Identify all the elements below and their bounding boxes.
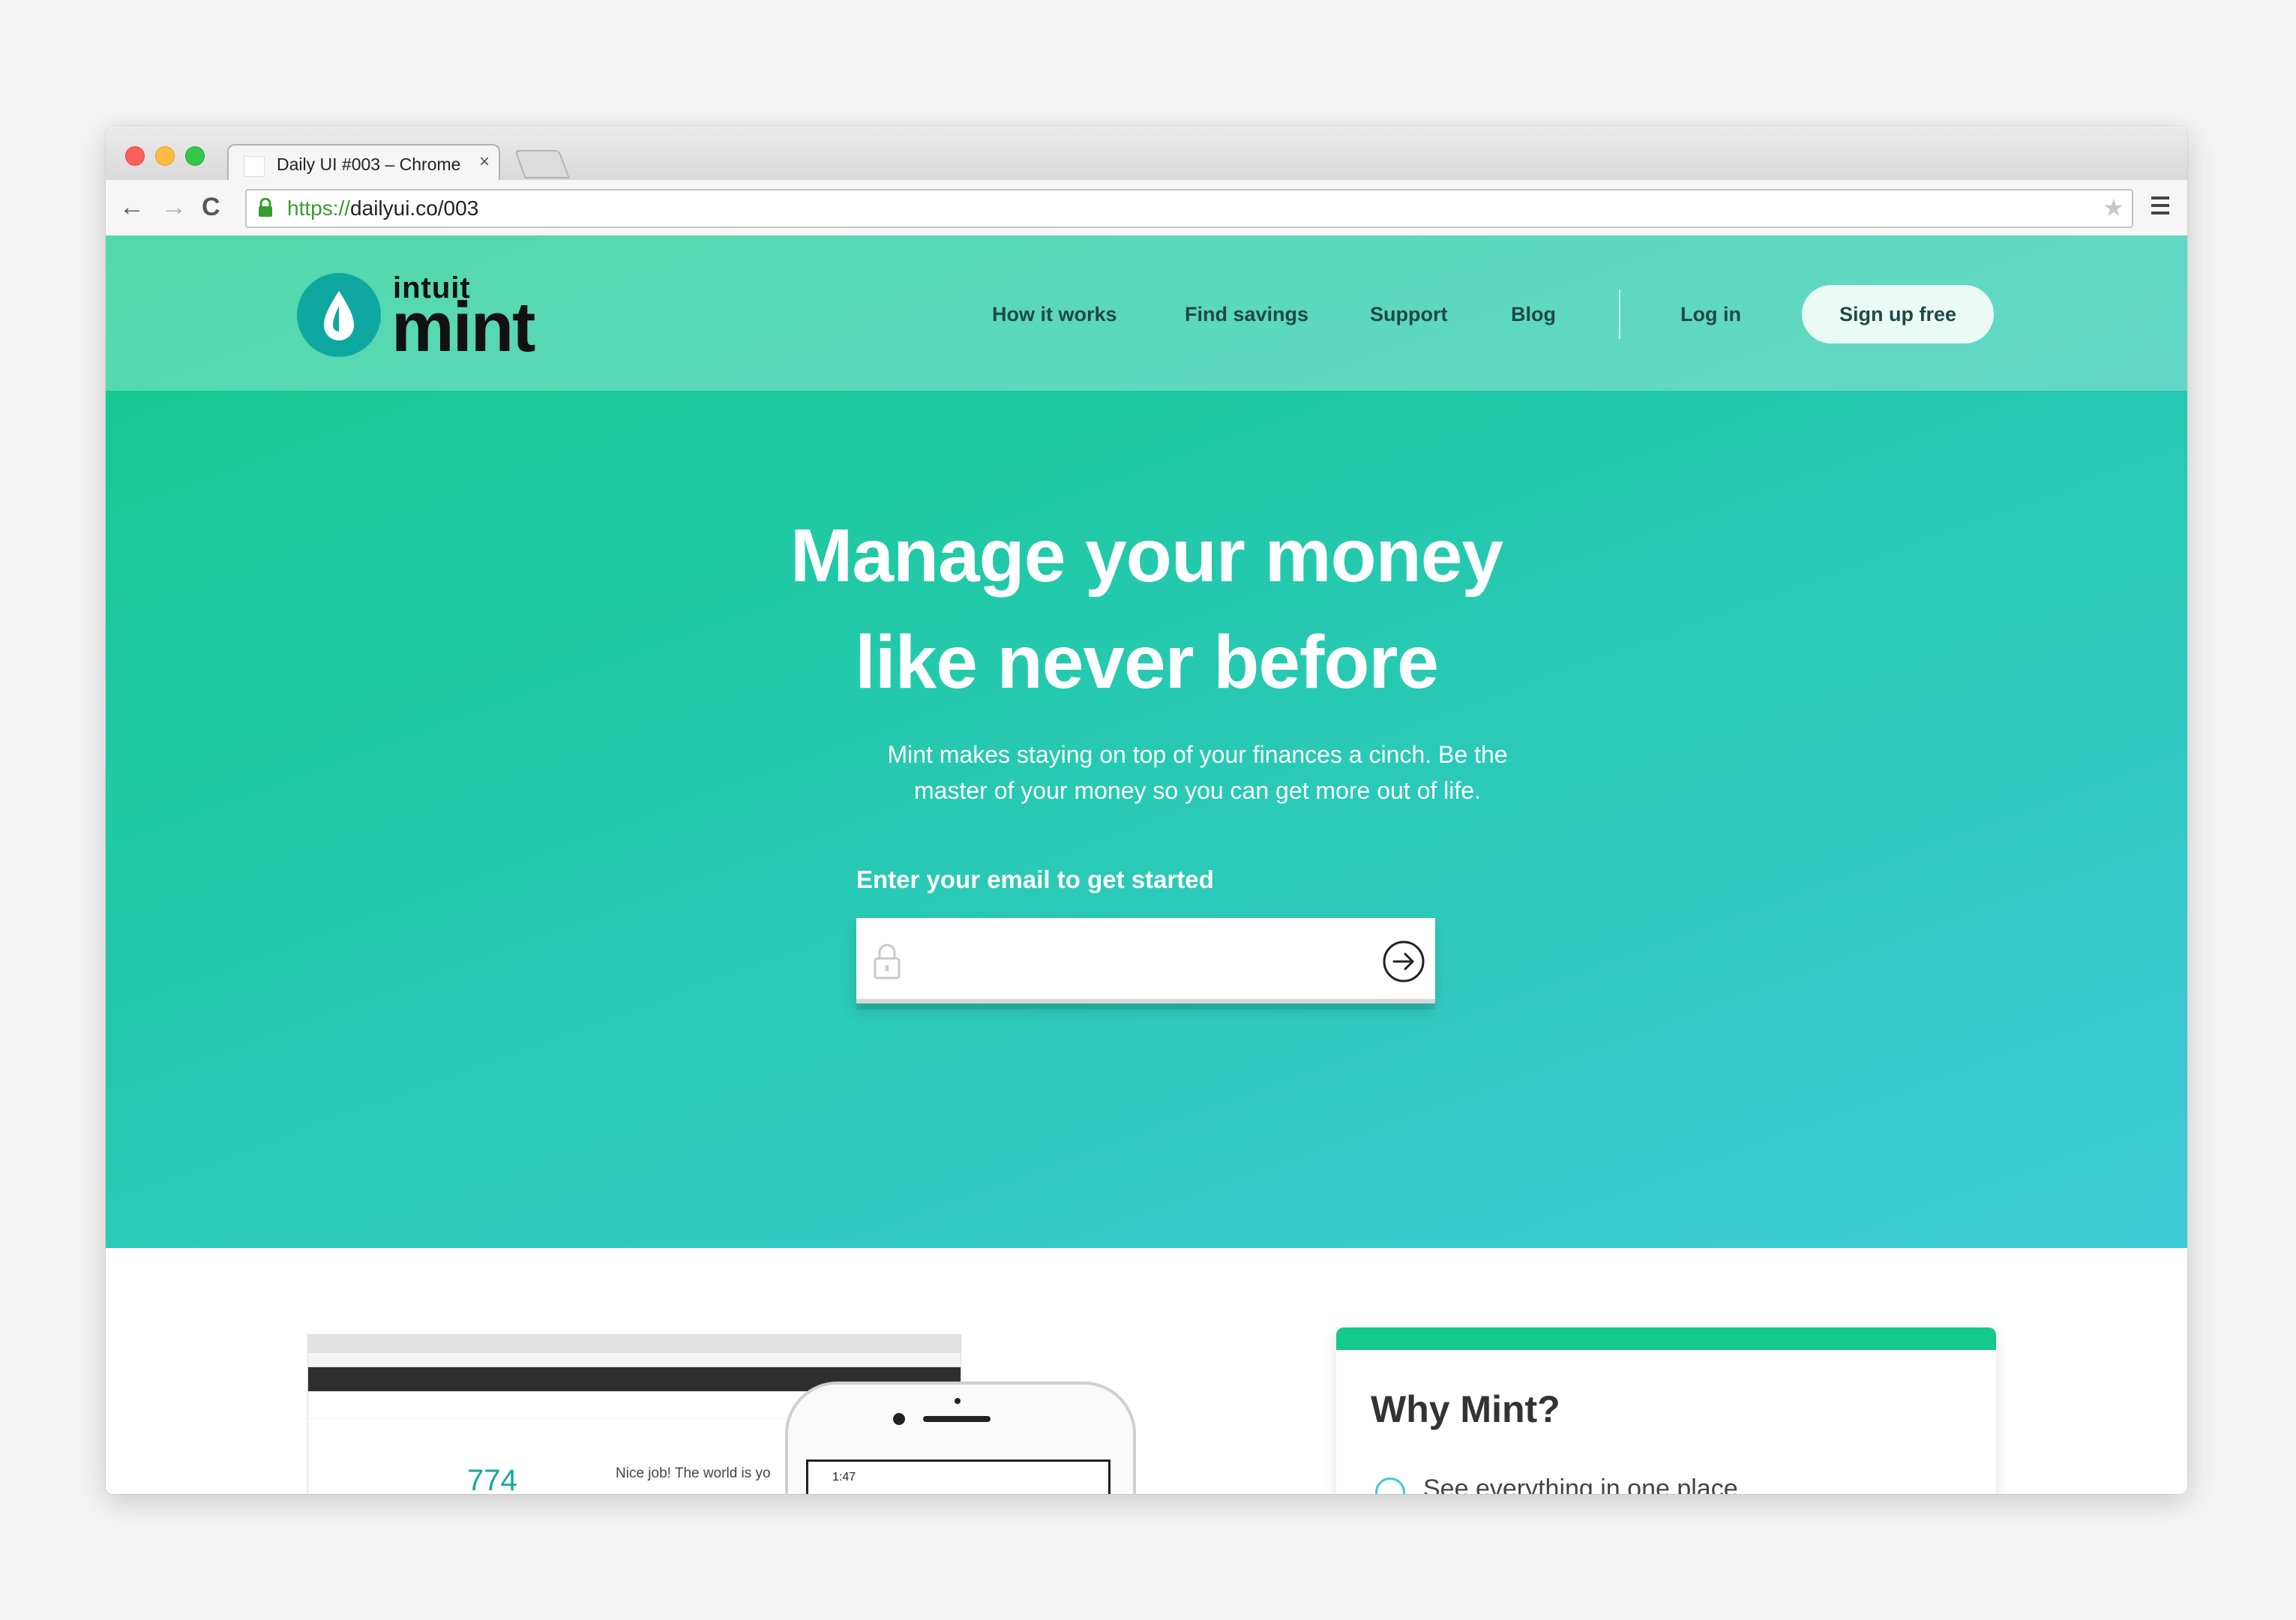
nav-how-it-works[interactable]: How it works [992,303,1117,326]
hero-headline-line2: like never before [855,620,1439,704]
credit-score-value: 774 [467,1464,517,1494]
logo-product-text: mint [391,287,535,366]
top-nav: intuit mint How it works Find savings Su… [106,236,2187,391]
url-text[interactable]: https://dailyui.co/003 [287,196,478,220]
minimize-window-button[interactable] [155,146,175,166]
tab-close-icon[interactable]: × [479,152,490,172]
why-mint-card: Why Mint? See everything in one place [1336,1328,1996,1494]
mint-logo[interactable]: intuit mint [297,272,559,366]
padlock-icon [874,944,901,980]
forward-icon[interactable]: → [161,192,187,222]
mint-leaf-icon [297,273,381,357]
email-label: Enter your email to get started [856,866,1214,893]
hero-headline-line1: Manage your money [790,514,1503,598]
browser-toolbar: ← → C https://dailyui.co/003 ★ [106,180,2187,237]
why-mint-item: See everything in one place [1423,1474,1738,1494]
phone-camera-icon [893,1413,905,1425]
email-input[interactable] [916,936,1354,982]
hero-section: intuit mint How it works Find savings Su… [106,236,2187,1248]
phone-preview-image: 1:47 [785,1382,1136,1494]
phone-screen: 1:47 [806,1460,1111,1494]
close-window-button[interactable] [125,146,145,166]
tab-title: Daily UI #003 – Chrome [277,154,461,174]
reload-icon[interactable]: C [202,192,220,222]
maximize-window-button[interactable] [185,146,205,166]
url-scheme: https:// [287,196,351,220]
phone-time: 1:47 [832,1471,856,1484]
why-mint-title: Why Mint? [1371,1388,1560,1430]
nav-find-savings[interactable]: Find savings [1185,303,1308,326]
new-tab-button[interactable] [514,150,570,178]
nav-log-in[interactable]: Log in [1680,303,1741,326]
url-host: dailyui.co/003 [350,196,479,220]
browser-menu-icon[interactable] [2151,196,2169,219]
bookmark-star-icon[interactable]: ★ [2103,194,2124,222]
arrow-right-circle-icon[interactable] [1381,939,1426,984]
device-preview: 774 Nice job! The world is yo 1:47 [308,1335,1141,1494]
favicon-icon [244,156,265,177]
web-page: intuit mint How it works Find savings Su… [106,236,2187,1494]
back-icon[interactable]: ← [119,192,145,222]
hero-subtext: Mint makes staying on top of your financ… [887,741,1508,804]
why-card-accent-bar [1336,1328,1996,1350]
email-field-container [856,918,1435,1004]
browser-tab[interactable]: Daily UI #003 – Chrome × [227,144,500,183]
browser-titlebar: Daily UI #003 – Chrome × [106,126,2187,183]
nav-support[interactable]: Support [1370,303,1447,326]
check-circle-icon [1375,1478,1405,1494]
secure-lock-icon [259,198,272,217]
credit-score-message: Nice job! The world is yo [616,1466,771,1481]
address-bar[interactable]: https://dailyui.co/003 ★ [245,189,2133,228]
nav-divider [1619,290,1620,339]
nav-blog[interactable]: Blog [1511,303,1556,326]
browser-window: Daily UI #003 – Chrome × ← → C https://d… [106,126,2187,1494]
sign-up-button[interactable]: Sign up free [1802,285,1994,344]
phone-speaker-icon [923,1416,991,1422]
